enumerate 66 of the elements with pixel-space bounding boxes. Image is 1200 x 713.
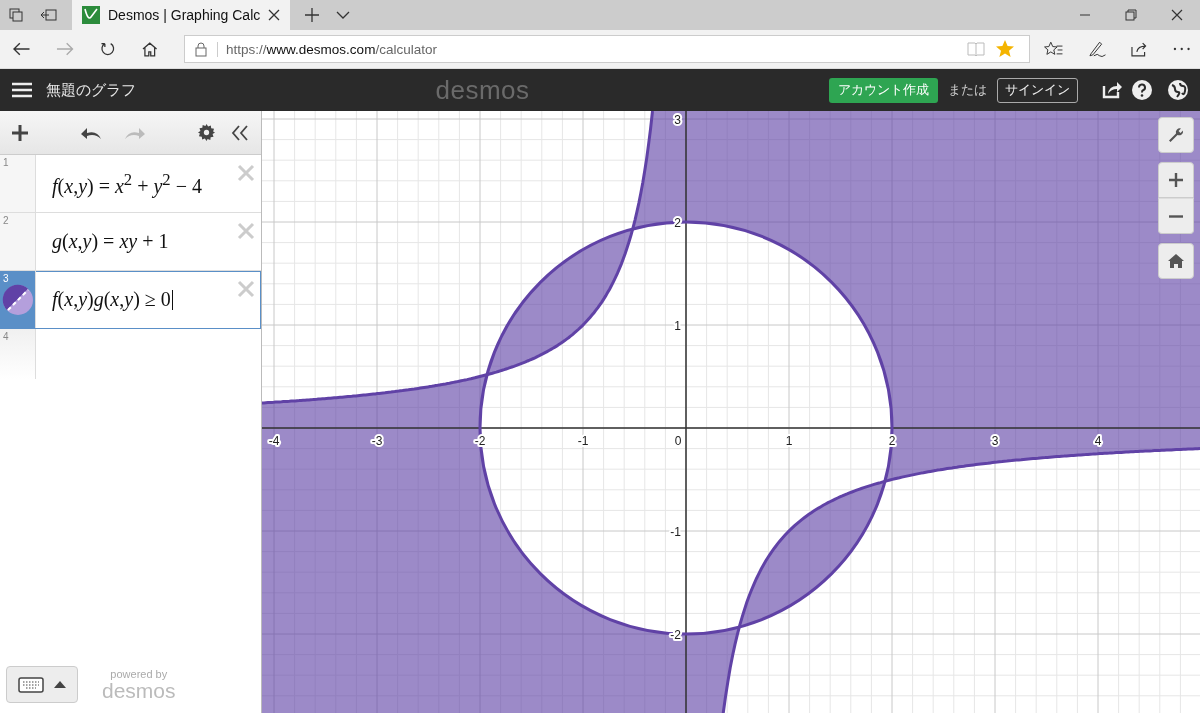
line-number: 3 bbox=[3, 273, 9, 284]
address-field[interactable]: https://www.desmos.com/calculator bbox=[184, 35, 1031, 63]
zoom-out-button[interactable] bbox=[1158, 198, 1194, 234]
expression-row[interactable]: 3 f(x,y)g(x,y) ≥ 0 bbox=[0, 271, 261, 329]
keyboard-icon bbox=[18, 676, 44, 693]
add-icon[interactable] bbox=[12, 124, 28, 141]
pen-icon[interactable] bbox=[1087, 40, 1107, 58]
tab-title: Desmos | Graphing Calc bbox=[108, 7, 261, 23]
tab-preview-icon[interactable] bbox=[40, 8, 58, 22]
powered-by-text: powered by bbox=[110, 668, 168, 680]
chevron-down-icon[interactable] bbox=[336, 10, 351, 20]
axis-label: 4 bbox=[1094, 434, 1102, 448]
line-number: 4 bbox=[3, 331, 9, 342]
close-icon[interactable] bbox=[268, 9, 281, 21]
keyboard-button[interactable] bbox=[6, 666, 78, 703]
share-icon[interactable] bbox=[1131, 41, 1149, 57]
line-number: 2 bbox=[3, 215, 9, 226]
or-text: または bbox=[948, 81, 987, 99]
lock-icon bbox=[195, 41, 208, 57]
settings-wrench-button[interactable] bbox=[1158, 117, 1194, 153]
plus-icon bbox=[1169, 173, 1183, 187]
menu-icon[interactable] bbox=[12, 82, 32, 98]
axis-label: -1 bbox=[670, 525, 681, 539]
globe-icon[interactable] bbox=[1168, 80, 1188, 100]
tabs-aside-icon[interactable] bbox=[8, 7, 24, 23]
minus-icon bbox=[1169, 214, 1183, 218]
home-icon bbox=[1168, 254, 1184, 268]
graph-favicon-icon bbox=[82, 6, 100, 24]
expression-row[interactable]: 2 g(x,y) = xy + 1 bbox=[0, 213, 261, 271]
axis-label: 1 bbox=[674, 319, 681, 333]
axis-label: 0 bbox=[674, 434, 682, 448]
caret-up-icon bbox=[54, 681, 66, 688]
home-icon[interactable] bbox=[141, 41, 158, 57]
browser-tab[interactable]: Desmos | Graphing Calc bbox=[72, 0, 291, 30]
desmos-logo: desmos bbox=[102, 679, 176, 701]
star-icon[interactable] bbox=[995, 39, 1016, 59]
home-button[interactable] bbox=[1158, 243, 1194, 279]
sign-in-button[interactable]: サインイン bbox=[997, 77, 1078, 103]
axis-label: 3 bbox=[991, 434, 999, 448]
wrench-icon bbox=[1168, 127, 1184, 143]
axis-label: -3 bbox=[371, 434, 383, 448]
axis-label: -1 bbox=[577, 434, 589, 448]
graph-title: 無題のグラフ bbox=[46, 80, 136, 100]
zoom-in-button[interactable] bbox=[1158, 162, 1194, 198]
favorites-icon[interactable] bbox=[1044, 41, 1064, 57]
new-tab-icon[interactable] bbox=[304, 7, 321, 23]
axis-label: -2 bbox=[670, 628, 681, 642]
collapse-icon[interactable] bbox=[231, 124, 249, 141]
close-icon[interactable] bbox=[1171, 9, 1183, 21]
math-expression[interactable]: f(x,y)g(x,y) ≥ 0 bbox=[52, 288, 171, 311]
axis-label: -4 bbox=[268, 434, 280, 448]
axis-label: 3 bbox=[674, 113, 681, 127]
more-icon[interactable] bbox=[1172, 47, 1190, 51]
restore-icon[interactable] bbox=[1125, 9, 1137, 21]
help-icon[interactable] bbox=[1132, 80, 1152, 100]
expression-row[interactable]: 1 f(x,y) = x$^{2}$ + y$^{2}$ − 4 bbox=[0, 155, 261, 213]
settings-icon[interactable] bbox=[198, 124, 215, 141]
axis-label: 1 bbox=[785, 434, 793, 448]
refresh-icon[interactable] bbox=[99, 41, 116, 57]
line-number: 1 bbox=[3, 157, 9, 168]
share-icon[interactable] bbox=[1102, 81, 1122, 99]
math-expression[interactable]: f(x,y) = x$^{2}$ + y$^{2}$ − 4 bbox=[52, 169, 202, 198]
back-arrow-icon[interactable] bbox=[13, 42, 31, 56]
inequality-style-icon[interactable] bbox=[2, 284, 34, 316]
desmos-logo: desmos bbox=[435, 74, 530, 106]
math-expression[interactable]: g(x,y) = xy + 1 bbox=[52, 230, 169, 253]
